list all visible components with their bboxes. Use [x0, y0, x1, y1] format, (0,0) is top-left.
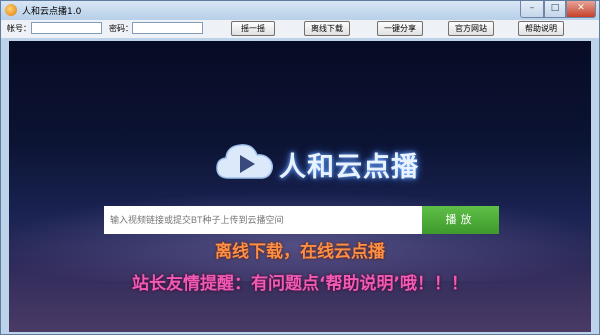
reminder-text: 站长友情提醒：有问题点‘帮助说明’哦！！！: [132, 274, 468, 294]
one-click-share-button[interactable]: 一键分享: [377, 21, 423, 36]
maximize-button[interactable]: □: [544, 1, 566, 18]
play-button[interactable]: 播放: [422, 206, 499, 234]
offline-download-button[interactable]: 离线下载: [304, 21, 350, 36]
cloud-play-icon: [216, 144, 274, 179]
app-window: 人和云点播1.0 – □ ✕ 帐号： 密码： 摇一摇 离线下载 一键分享 官方网…: [0, 0, 600, 335]
account-input[interactable]: [31, 22, 102, 34]
close-button[interactable]: ✕: [566, 1, 596, 18]
password-label: 密码：: [109, 24, 133, 33]
password-input[interactable]: [132, 22, 203, 34]
main-panel: 人和云点播 播放 离线下载，在线云点播 站长友情提醒：有问题点‘帮助说明’哦！！…: [9, 41, 591, 332]
video-url-input[interactable]: [104, 206, 422, 234]
official-site-button[interactable]: 官方网站: [448, 21, 494, 36]
title-bar[interactable]: 人和云点播1.0 – □ ✕: [1, 1, 599, 20]
logo-text: 人和云点播: [279, 152, 419, 183]
window-title: 人和云点播1.0: [22, 7, 82, 17]
slogan-text: 离线下载，在线云点播: [215, 242, 385, 262]
toolbar: 帐号： 密码： 摇一摇 离线下载 一键分享 官方网站 帮助说明: [1, 20, 599, 38]
app-icon: [5, 4, 17, 16]
background-glow: [9, 191, 591, 281]
help-button[interactable]: 帮助说明: [518, 21, 564, 36]
shake-button[interactable]: 摇一摇: [231, 21, 275, 36]
account-label: 帐号：: [7, 24, 31, 33]
minimize-button[interactable]: –: [520, 1, 544, 18]
